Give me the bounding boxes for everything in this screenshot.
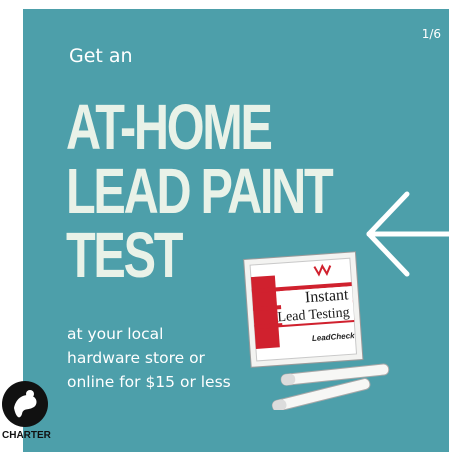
product-brand: Instant (304, 286, 349, 306)
body-line-2: hardware store or (67, 349, 205, 367)
charter-logo-icon (2, 381, 48, 427)
slide-counter: 1/6 (421, 27, 441, 41)
headline-line-1: AT-HOME (66, 91, 273, 163)
product-box: Instant Lead Testing LeadCheck (243, 251, 364, 368)
charter-logo-text: CHARTER (2, 430, 51, 441)
body-text: at your local hardware store or online f… (67, 322, 257, 394)
test-swab-1 (280, 363, 390, 386)
body-line-1: at your local (67, 325, 164, 343)
slide-card: 1/6 Get an AT-HOME LEAD PAINT TEST at yo… (23, 9, 449, 452)
intro-text: Get an (69, 45, 133, 67)
product-image: Instant Lead Testing LeadCheck (243, 251, 390, 410)
headline-line-2: LEAD PAINT (66, 155, 334, 227)
body-line-3: online for $15 or less (67, 373, 231, 391)
